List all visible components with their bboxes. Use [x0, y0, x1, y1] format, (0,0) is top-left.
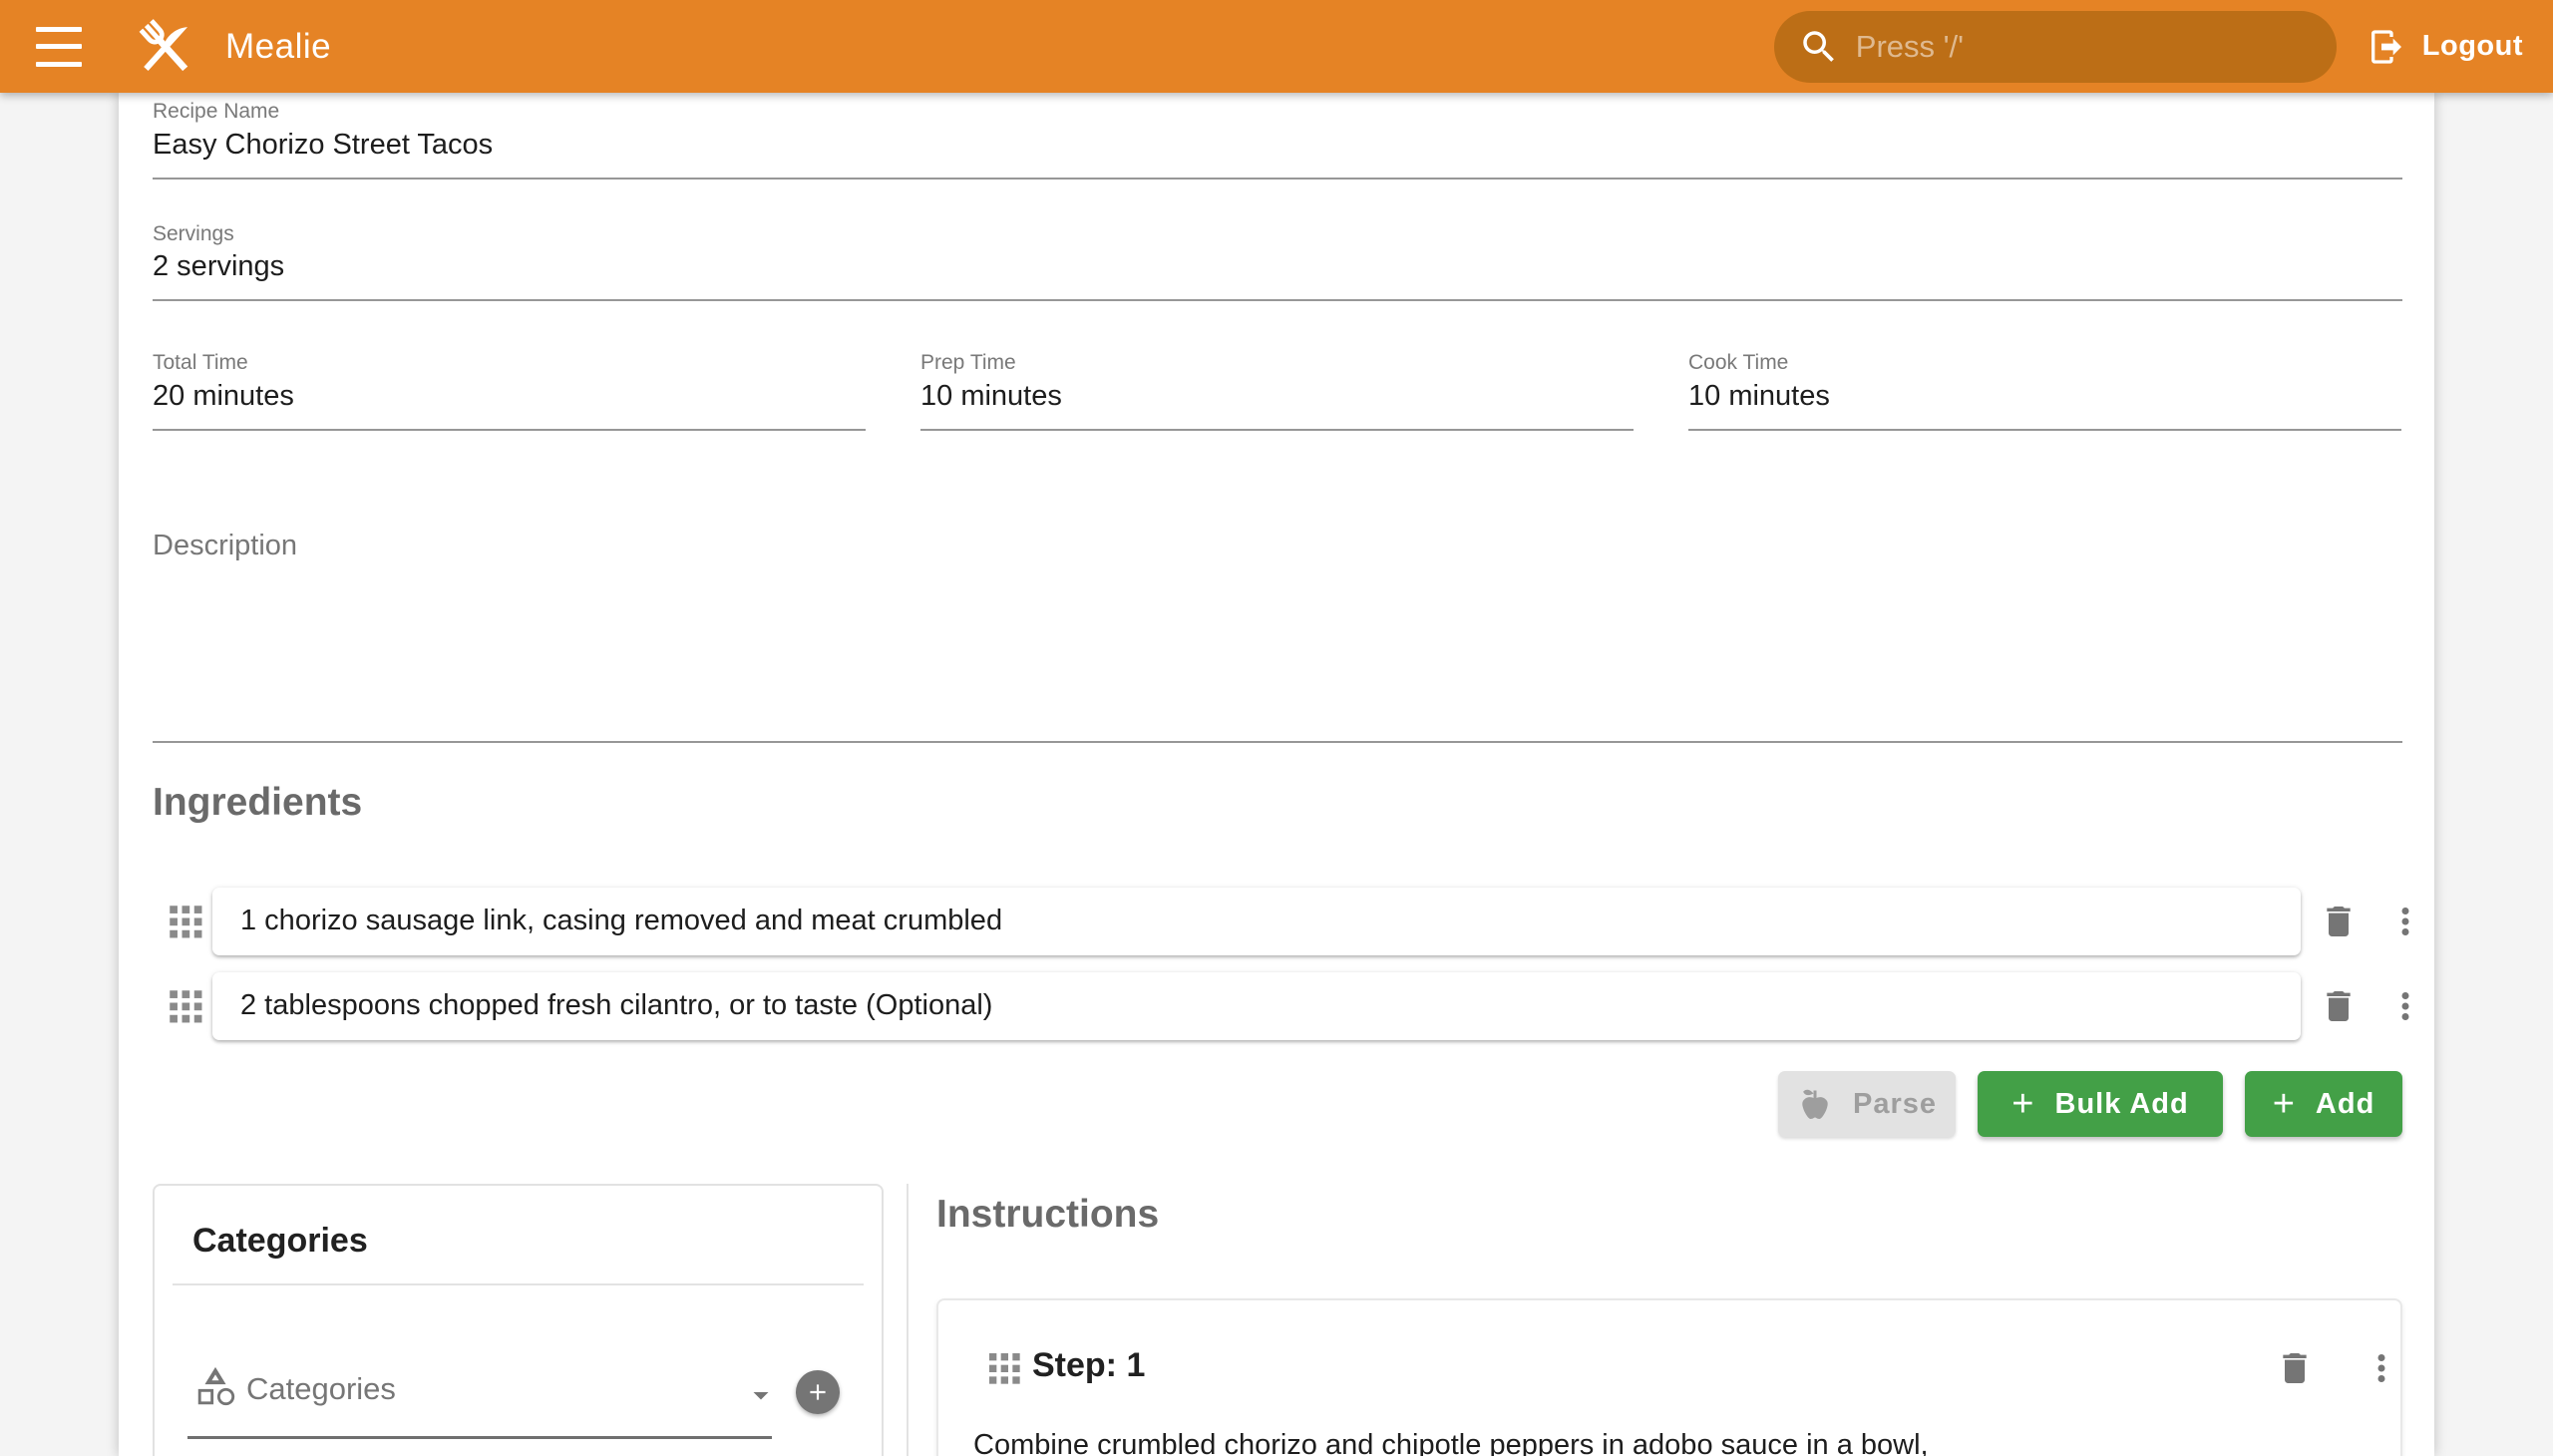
hamburger-menu-icon[interactable]: [36, 27, 82, 67]
chevron-down-icon[interactable]: [743, 1377, 779, 1418]
step-text-input[interactable]: Combine crumbled chorizo and chipotle pe…: [973, 1422, 2360, 1456]
ingredient-actions: Parse + Bulk Add + Add: [119, 1071, 2434, 1137]
description-underline: [153, 741, 2402, 743]
recipe-name-field[interactable]: Easy Chorizo Street Tacos: [153, 129, 493, 162]
bulk-add-label: Bulk Add: [2055, 1088, 2189, 1121]
parse-button[interactable]: Parse: [1778, 1071, 1956, 1137]
trash-icon[interactable]: [2275, 1348, 2315, 1393]
prep-time-label: Prep Time: [920, 351, 1016, 375]
shapes-icon: [192, 1363, 238, 1414]
ingredient-row: 2 tablespoons chopped fresh cilantro, or…: [119, 972, 2434, 1040]
search-input[interactable]: Press '/': [1774, 11, 2337, 83]
description-label: Description: [153, 530, 297, 562]
app-header: Mealie Press '/' Logout: [0, 0, 2553, 93]
app-title: Mealie: [225, 27, 331, 67]
recipe-editor-card: Recipe Name Easy Chorizo Street Tacos Se…: [119, 93, 2434, 1456]
parse-label: Parse: [1853, 1088, 1937, 1121]
kebab-menu-icon[interactable]: [2384, 985, 2426, 1027]
prep-time-field[interactable]: 10 minutes: [920, 380, 1062, 413]
cook-time-label: Cook Time: [1688, 351, 1788, 375]
categories-select-underline: [187, 1436, 772, 1439]
recipe-name-underline: [153, 178, 2402, 180]
column-divider: [907, 1184, 909, 1456]
drag-handle-icon[interactable]: [165, 901, 206, 942]
kebab-menu-icon[interactable]: [2361, 1347, 2402, 1394]
trash-icon[interactable]: [2319, 986, 2359, 1026]
cook-time-field[interactable]: 10 minutes: [1688, 380, 1830, 413]
total-time-label: Total Time: [153, 351, 248, 375]
bulk-add-button[interactable]: + Bulk Add: [1978, 1071, 2223, 1137]
prep-time-underline: [920, 429, 1634, 431]
apple-icon: [1797, 1086, 1833, 1122]
description-field[interactable]: [153, 561, 2402, 731]
servings-field[interactable]: 2 servings: [153, 250, 284, 283]
categories-divider: [173, 1283, 864, 1285]
drag-handle-icon[interactable]: [984, 1348, 1024, 1393]
categories-select[interactable]: Categories: [246, 1371, 396, 1407]
add-category-button[interactable]: [796, 1370, 840, 1414]
categories-title: Categories: [192, 1222, 368, 1261]
plus-icon: [805, 1379, 831, 1405]
trash-icon[interactable]: [2319, 902, 2359, 941]
ingredient-input[interactable]: 1 chorizo sausage link, casing removed a…: [212, 888, 2301, 955]
ingredients-heading: Ingredients: [153, 781, 362, 825]
ingredient-input[interactable]: 2 tablespoons chopped fresh cilantro, or…: [212, 972, 2301, 1040]
kebab-menu-icon[interactable]: [2384, 901, 2426, 942]
recipe-name-label: Recipe Name: [153, 100, 279, 124]
total-time-underline: [153, 429, 866, 431]
drag-handle-icon[interactable]: [165, 985, 206, 1027]
logout-label: Logout: [2422, 30, 2523, 63]
add-label: Add: [2316, 1088, 2374, 1121]
instruction-step-card: Step: 1 Combine crumbled chorizo and chi…: [936, 1298, 2402, 1456]
logout-icon: [2367, 27, 2406, 67]
cook-time-underline: [1688, 429, 2401, 431]
categories-card: Categories Categories: [153, 1184, 884, 1456]
step-title: Step: 1: [1032, 1346, 1145, 1385]
search-icon: [1798, 26, 1840, 68]
logout-button[interactable]: Logout: [2367, 27, 2523, 67]
servings-label: Servings: [153, 222, 234, 246]
instructions-heading: Instructions: [936, 1193, 1159, 1237]
search-placeholder: Press '/': [1856, 29, 1964, 65]
add-button[interactable]: + Add: [2245, 1071, 2402, 1137]
servings-underline: [153, 299, 2402, 301]
ingredient-row: 1 chorizo sausage link, casing removed a…: [119, 888, 2434, 955]
total-time-field[interactable]: 20 minutes: [153, 380, 294, 413]
fork-knife-logo: [132, 13, 199, 81]
